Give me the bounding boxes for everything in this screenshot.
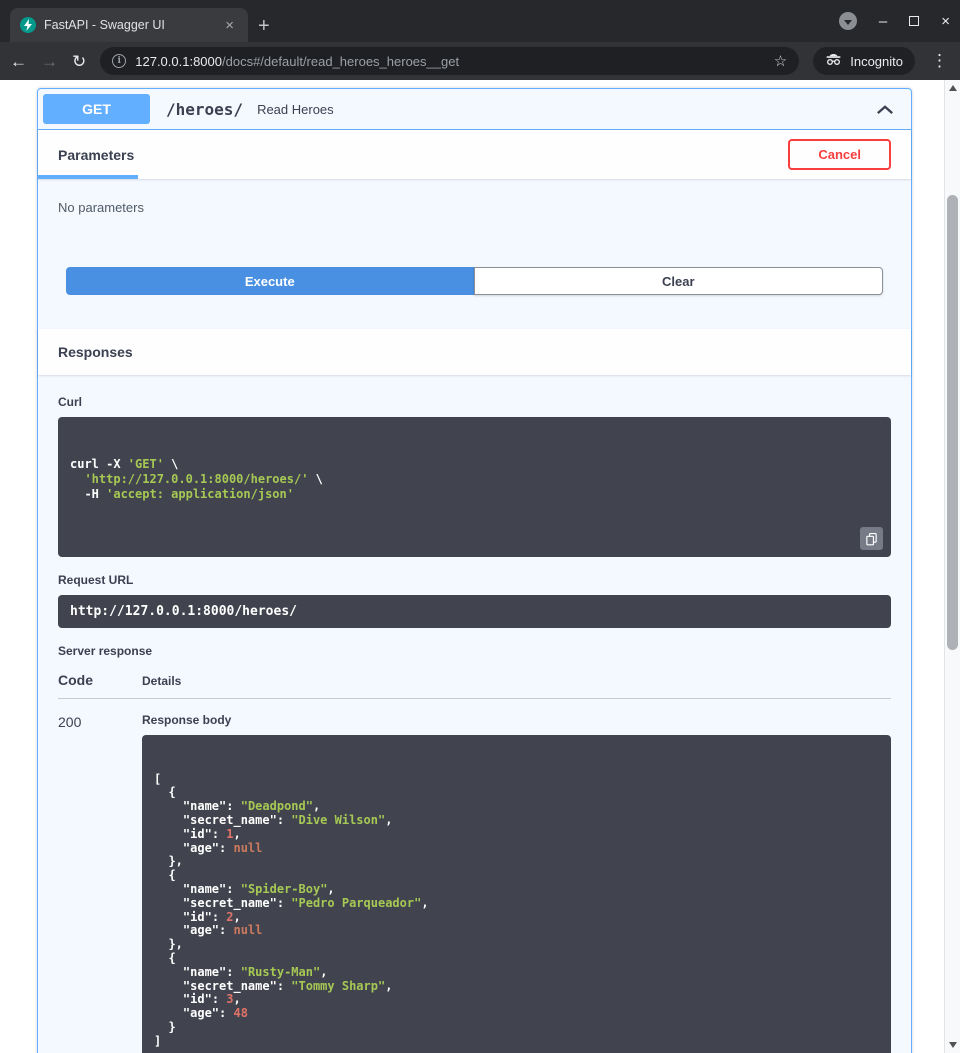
tab-search-icon[interactable] [839,12,857,30]
parameters-body: No parameters [38,179,911,217]
swagger-page: GET /heroes/ Read Heroes Parameters Canc… [0,80,944,1053]
page-scrollbar[interactable] [944,80,960,1053]
response-details: Response body [ { "name": "Deadpond", "s… [142,713,891,1053]
parameters-title: Parameters [58,147,134,163]
url-path: /docs#/default/read_heroes_heroes__get [222,54,459,69]
curl-title: Curl [58,395,891,409]
fastapi-favicon-icon [20,17,36,33]
curl-command-block: curl -X 'GET' \ 'http://127.0.0.1:8000/h… [58,417,891,557]
response-body-code: [ { "name": "Deadpond", "secret_name": "… [154,773,879,1049]
incognito-icon [825,51,842,72]
maximize-icon [909,16,919,26]
incognito-label: Incognito [850,54,903,69]
execute-button[interactable]: Execute [66,267,474,295]
browser-window: FastAPI - Swagger UI × + – × ← → ↻ i 127… [0,0,960,1053]
chevron-up-icon[interactable] [876,104,894,115]
browser-tab[interactable]: FastAPI - Swagger UI × [10,8,248,42]
scrollbar-down-arrow-icon[interactable] [945,1037,960,1053]
url-text[interactable]: 127.0.0.1:8000/docs#/default/read_heroes… [135,54,765,69]
scrollbar-thumb[interactable] [947,195,958,650]
tab-strip: FastAPI - Swagger UI × + – × [0,0,960,42]
endpoint-path: /heroes/ [166,100,243,119]
response-row: 200 Response body [ { "name": "Deadpond"… [58,713,891,1053]
back-icon[interactable]: ← [10,53,27,70]
browser-toolbar: ← → ↻ i 127.0.0.1:8000/docs#/default/rea… [0,42,960,80]
responses-section-header: Responses [38,329,911,375]
scrollbar-up-arrow-icon[interactable] [945,80,960,96]
forward-icon[interactable]: → [41,53,58,70]
cancel-button[interactable]: Cancel [788,139,891,170]
url-host: 127.0.0.1:8000 [135,54,222,69]
reload-icon[interactable]: ↻ [72,53,86,70]
response-body-block: [ { "name": "Deadpond", "secret_name": "… [142,735,891,1053]
code-column-header: Code [58,672,142,688]
parameters-tab-indicator [38,175,138,179]
address-bar[interactable]: i 127.0.0.1:8000/docs#/default/read_hero… [100,47,799,75]
endpoint-summary: Read Heroes [257,102,334,117]
new-tab-button[interactable]: + [258,16,270,36]
opblock-header[interactable]: GET /heroes/ Read Heroes [38,89,911,130]
responses-title: Responses [58,344,133,360]
method-badge: GET [43,94,150,124]
tab-title: FastAPI - Swagger UI [44,18,213,32]
site-info-icon[interactable]: i [112,54,126,68]
request-url-title: Request URL [58,573,891,587]
opblock-get-heroes: GET /heroes/ Read Heroes Parameters Canc… [37,88,912,1053]
request-url-block: http://127.0.0.1:8000/heroes/ [58,595,891,628]
window-controls: – × [839,0,950,42]
bookmark-star-icon[interactable]: ☆ [774,52,787,70]
copy-curl-button[interactable] [860,527,883,550]
minimize-button[interactable]: – [879,14,887,29]
server-response-title: Server response [58,644,891,658]
parameters-section-header: Parameters Cancel [38,130,911,179]
close-button[interactable]: × [941,14,950,29]
details-column-header: Details [142,674,181,688]
response-body-title: Response body [142,713,891,727]
tab-close-icon[interactable]: × [221,16,238,35]
responses-body: Curl curl -X 'GET' \ 'http://127.0.0.1:8… [38,375,911,1053]
clear-button[interactable]: Clear [474,267,884,295]
execute-wrapper: Execute Clear [38,217,911,317]
status-code: 200 [58,713,142,1053]
maximize-button[interactable] [909,16,919,26]
no-parameters-message: No parameters [58,200,144,215]
curl-command-code: curl -X 'GET' \ 'http://127.0.0.1:8000/h… [70,457,879,502]
browser-menu-icon[interactable]: ⋮ [929,51,950,71]
response-table-header: Code Details [58,672,891,699]
incognito-badge: Incognito [813,47,915,75]
